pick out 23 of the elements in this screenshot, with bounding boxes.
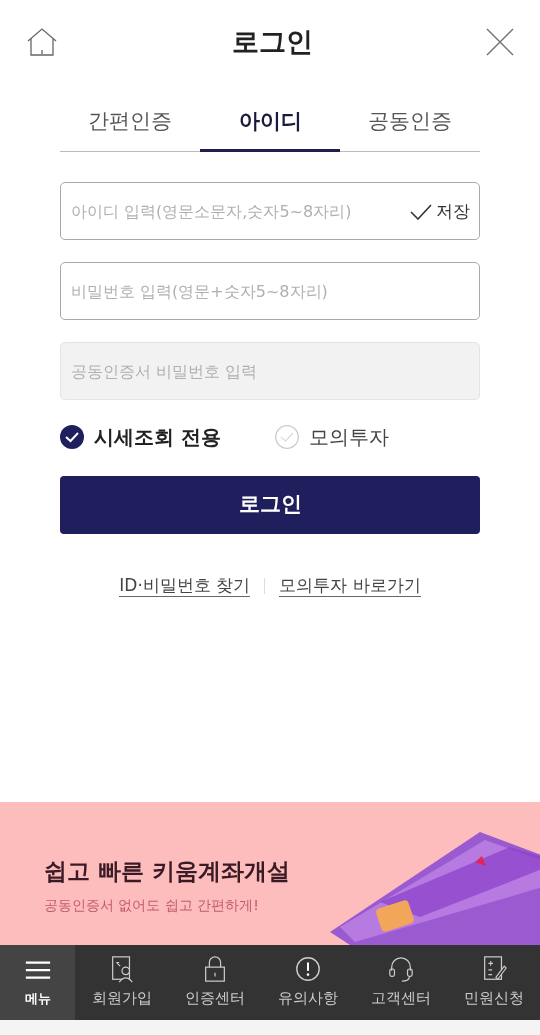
- close-icon[interactable]: [486, 28, 514, 56]
- nav-item[interactable]: 유의사항: [261, 945, 354, 1020]
- nav-item[interactable]: 고객센터: [354, 945, 447, 1020]
- tab[interactable]: 간편인증: [60, 94, 200, 152]
- link[interactable]: ID·비밀번호 찾기: [119, 574, 251, 597]
- home-icon[interactable]: [26, 26, 58, 58]
- nav-item[interactable]: 회원가입: [75, 945, 168, 1020]
- nav-item[interactable]: 민원신청: [447, 945, 540, 1020]
- link[interactable]: 모의투자 바로가기: [279, 574, 421, 597]
- checkbox-option[interactable]: 시세조회 전용: [60, 422, 221, 452]
- tab[interactable]: 공동인증: [340, 94, 480, 152]
- save-toggle[interactable]: 저장: [410, 199, 470, 225]
- banner-subtitle: 공동인증서 없어도 쉽고 간편하게!: [44, 895, 260, 915]
- input-field[interactable]: 비밀번호 입력(영문+숫자5~8자리): [60, 262, 480, 320]
- page-title: 로그인: [231, 24, 313, 59]
- nav-item[interactable]: 인증센터: [168, 945, 261, 1020]
- check-icon: [410, 203, 432, 220]
- checkbox-option[interactable]: 모의투자: [274, 422, 389, 452]
- nav-item[interactable]: 메뉴: [0, 945, 75, 1020]
- banner-title: 쉽고 빠른 키움계좌개설: [44, 857, 290, 886]
- login-button[interactable]: 로그인: [60, 476, 480, 534]
- banner[interactable]: 쉽고 빠른 키움계좌개설 공동인증서 없어도 쉽고 간편하게!: [0, 802, 540, 945]
- tab[interactable]: 아이디: [200, 94, 340, 152]
